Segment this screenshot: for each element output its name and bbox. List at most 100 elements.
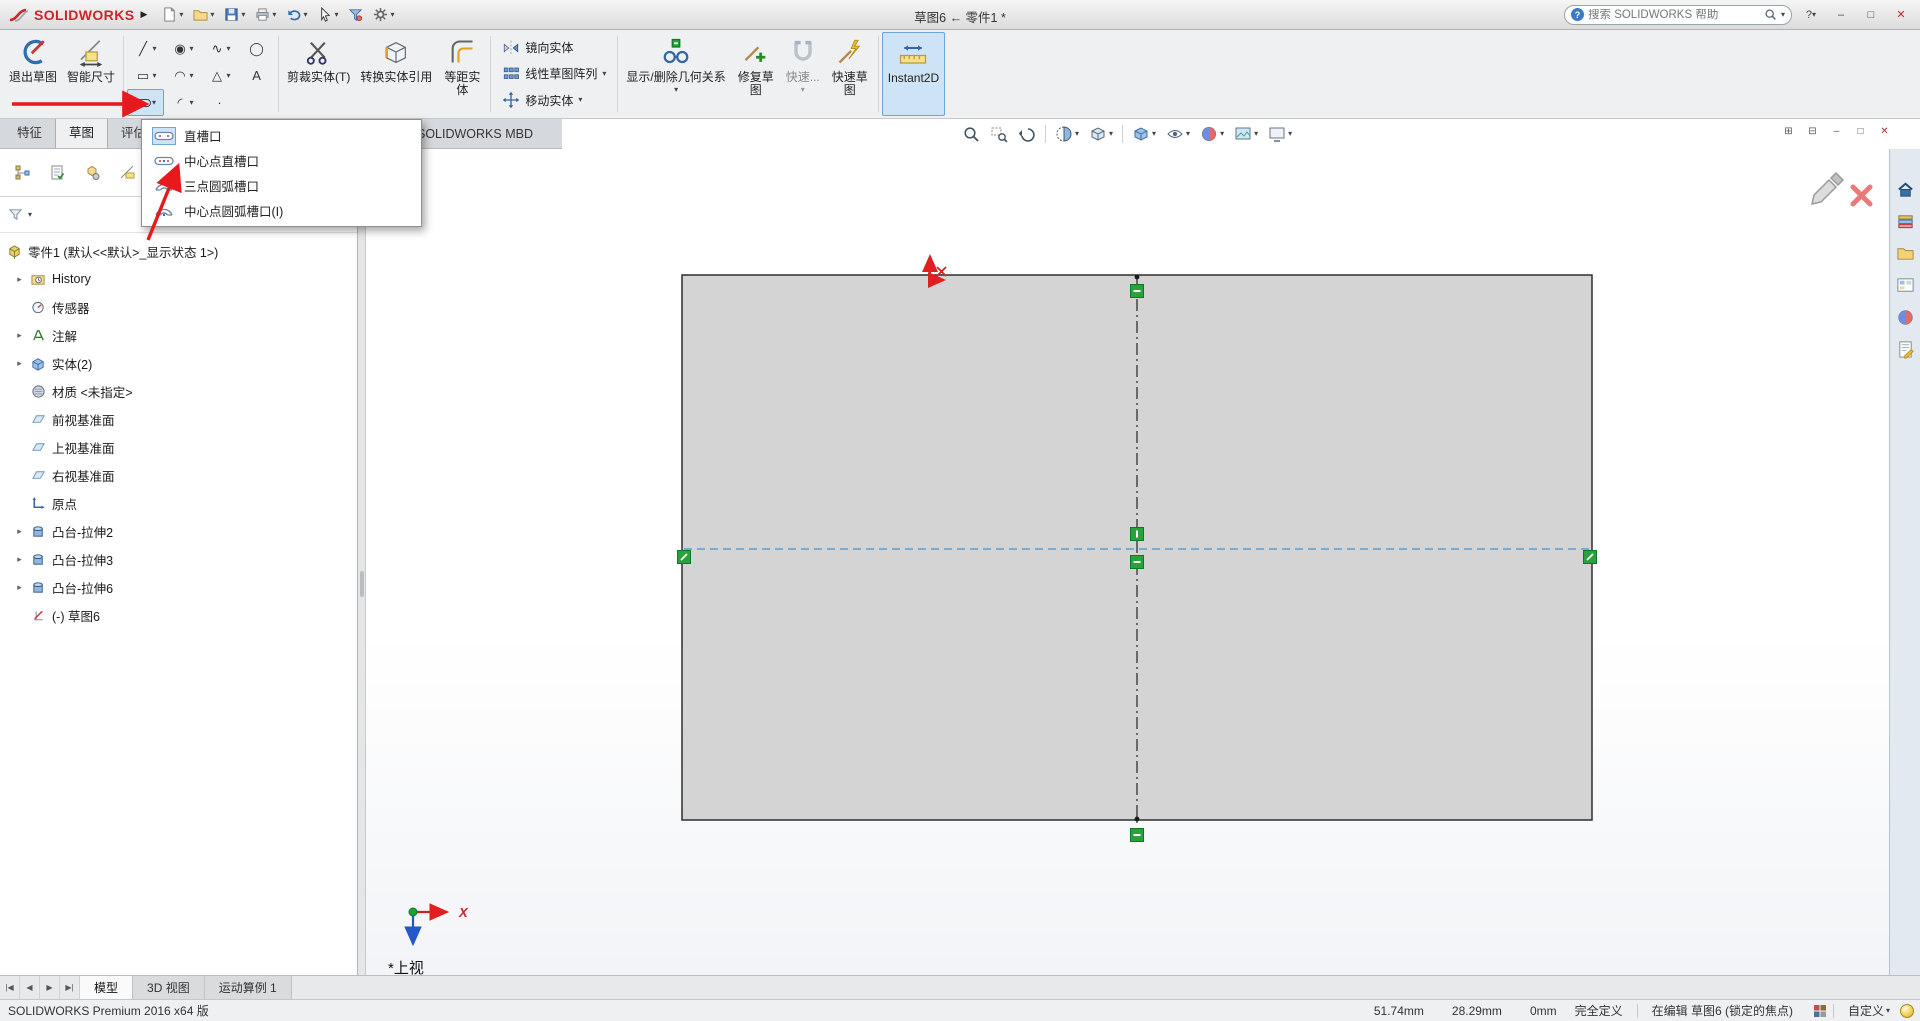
- doc-restore-button[interactable]: □: [1850, 122, 1871, 141]
- tab-sketch[interactable]: 草图: [55, 115, 109, 148]
- chevron-down-icon[interactable]: ▾: [210, 10, 214, 19]
- chevron-down-icon[interactable]: ▾: [241, 10, 245, 19]
- chevron-down-icon[interactable]: ▾: [1152, 130, 1156, 138]
- chevron-down-icon[interactable]: ▾: [190, 44, 194, 53]
- quick-tips-ball-icon[interactable]: [1900, 1003, 1914, 1018]
- edit-appearance-button[interactable]: ▾: [1196, 122, 1228, 146]
- options-button[interactable]: ▾: [369, 5, 398, 24]
- chevron-down-icon[interactable]: ▾: [190, 98, 194, 107]
- chevron-down-icon[interactable]: ▾: [1886, 1006, 1890, 1015]
- tree-item-origin[interactable]: 原点: [0, 489, 357, 517]
- chevron-down-icon[interactable]: ▾: [28, 210, 32, 219]
- chevron-down-icon[interactable]: ▾: [179, 10, 183, 19]
- appearances-scenes-tab[interactable]: [1894, 307, 1916, 327]
- menu-item-centerpoint-straight-slot[interactable]: 中心点直槽口: [144, 148, 419, 173]
- menu-item-straight-slot[interactable]: 直槽口: [144, 123, 419, 148]
- chevron-down-icon[interactable]: ▾: [303, 10, 307, 19]
- doc-close-button[interactable]: ✕: [1874, 122, 1895, 141]
- centerline-endpoint[interactable]: [1134, 816, 1140, 822]
- doc-cascade-button[interactable]: ⊟: [1802, 122, 1823, 141]
- menu-item-centerpoint-arc-slot[interactable]: 中心点圆弧槽口(I): [144, 198, 419, 223]
- polygon-tool-button[interactable]: △ ▾: [201, 62, 238, 89]
- trim-entities-button[interactable]: 剪裁实体(T): [282, 32, 355, 116]
- splitter-grip[interactable]: [360, 571, 364, 597]
- chevron-down-icon[interactable]: ▾: [153, 44, 157, 53]
- new-document-button[interactable]: ▾: [158, 5, 187, 24]
- slot-tool-button[interactable]: ▾: [127, 89, 165, 116]
- chevron-down-icon[interactable]: ▾: [1288, 130, 1292, 138]
- view-orientation-button[interactable]: ▾: [1085, 122, 1117, 146]
- centerline-endpoint[interactable]: [1134, 274, 1140, 280]
- caret-right-icon[interactable]: ▸: [14, 274, 25, 285]
- featuremanager-tab[interactable]: [12, 163, 32, 183]
- chevron-down-icon[interactable]: ▾: [227, 44, 231, 53]
- chevron-down-icon[interactable]: ▾: [674, 86, 678, 94]
- instant2d-button[interactable]: Instant2D: [881, 32, 946, 116]
- arc-tool-button[interactable]: ◠ ▾: [164, 62, 201, 89]
- tree-item-top-plane[interactable]: 上视基准面: [0, 433, 357, 461]
- move-entities-button[interactable]: 移动实体 ▾: [498, 88, 610, 113]
- tree-item-boss-extrude3[interactable]: ▸ 凸台-拉伸3: [0, 545, 357, 573]
- tab-nav-prev-button[interactable]: ◀: [20, 976, 40, 999]
- sketch-relation-badge[interactable]: [1583, 550, 1597, 564]
- chevron-down-icon[interactable]: ▾: [152, 98, 156, 107]
- search-icon[interactable]: [1764, 8, 1777, 21]
- chevron-down-icon[interactable]: ▾: [1781, 10, 1785, 19]
- tree-item-sensors[interactable]: 传感器: [0, 293, 357, 321]
- chevron-down-icon[interactable]: ▾: [227, 71, 231, 80]
- tab-nav-last-button[interactable]: ▶|: [60, 976, 80, 999]
- chevron-down-icon[interactable]: ▾: [1220, 130, 1224, 138]
- tab-motion-study[interactable]: 运动算例 1: [204, 976, 292, 999]
- rectangle-tool-button[interactable]: ▭ ▾: [127, 62, 164, 89]
- quick-snaps-button[interactable]: 快速... ▾: [781, 32, 825, 116]
- tree-item-sketch6[interactable]: (-) 草图6: [0, 601, 357, 629]
- viewport-canvas[interactable]: X *上视: [366, 119, 1920, 975]
- panel-splitter[interactable]: [358, 149, 366, 975]
- section-view-button[interactable]: ▾: [1051, 122, 1083, 146]
- doc-minimize-button[interactable]: –: [1826, 122, 1847, 141]
- caret-right-icon[interactable]: ▸: [14, 554, 25, 565]
- spline-tool-button[interactable]: ∿ ▾: [201, 35, 238, 62]
- tree-item-history[interactable]: ▸ History: [0, 265, 357, 293]
- linear-pattern-button[interactable]: 线性草图阵列 ▾: [498, 61, 610, 86]
- chevron-down-icon[interactable]: ▾: [190, 71, 194, 80]
- caret-right-icon[interactable]: ▸: [14, 526, 25, 537]
- tab-nav-first-button[interactable]: |◀: [0, 976, 20, 999]
- help-search-box[interactable]: ? ▾: [1564, 4, 1792, 25]
- graphics-area[interactable]: ▾ ▾ ▾ ▾ ▾ ▾ ▾ ⊞ ⊟ – □ ✕ X *上视: [366, 119, 1920, 975]
- dimxpertmanager-tab[interactable]: [117, 163, 137, 183]
- chevron-down-icon[interactable]: ▾: [1254, 130, 1258, 138]
- point-tool-button[interactable]: ·: [201, 89, 238, 116]
- view-settings-button[interactable]: ▾: [1264, 122, 1296, 146]
- window-close-button[interactable]: ✕: [1890, 5, 1912, 25]
- chevron-down-icon[interactable]: ▾: [1109, 130, 1113, 138]
- file-explorer-tab[interactable]: [1894, 243, 1916, 263]
- select-button[interactable]: ▾: [313, 5, 342, 24]
- view-palette-tab[interactable]: [1894, 275, 1916, 295]
- chevron-down-icon[interactable]: ▾: [334, 10, 338, 19]
- display-delete-relations-button[interactable]: 显示/删除几何关系 ▾: [621, 32, 730, 116]
- custom-properties-tab[interactable]: [1894, 339, 1916, 359]
- display-style-button[interactable]: ▾: [1128, 122, 1160, 146]
- sketch-relation-badge[interactable]: [1130, 555, 1144, 569]
- caret-right-icon[interactable]: ▸: [14, 358, 25, 369]
- search-input[interactable]: [1588, 8, 1760, 21]
- rapid-sketch-button[interactable]: 快速草图: [825, 32, 875, 116]
- chevron-down-icon[interactable]: ▾: [801, 86, 805, 94]
- caret-right-icon[interactable]: ▸: [14, 330, 25, 341]
- help-button[interactable]: ? ▾: [1800, 5, 1822, 25]
- smart-dimension-button[interactable]: 智能尺寸: [62, 32, 120, 116]
- convert-entities-button[interactable]: 转换实体引用: [355, 32, 437, 116]
- tree-item-boss-extrude6[interactable]: ▸ 凸台-拉伸6: [0, 573, 357, 601]
- offset-entities-button[interactable]: 等距实体: [437, 32, 487, 116]
- exit-sketch-button[interactable]: 退出草图: [4, 32, 62, 116]
- custom-dropdown[interactable]: 自定义: [1834, 1002, 1886, 1019]
- tab-nav-next-button[interactable]: ▶: [40, 976, 60, 999]
- chevron-down-icon[interactable]: ▾: [153, 71, 157, 80]
- text-tool-button[interactable]: A: [238, 62, 275, 89]
- open-document-button[interactable]: ▾: [189, 5, 218, 24]
- tree-item-material[interactable]: 材质 <未指定>: [0, 377, 357, 405]
- tab-3d-views[interactable]: 3D 视图: [133, 976, 205, 999]
- toolbar-flyout-icon[interactable]: ▶: [140, 9, 147, 20]
- caret-right-icon[interactable]: ▸: [14, 582, 25, 593]
